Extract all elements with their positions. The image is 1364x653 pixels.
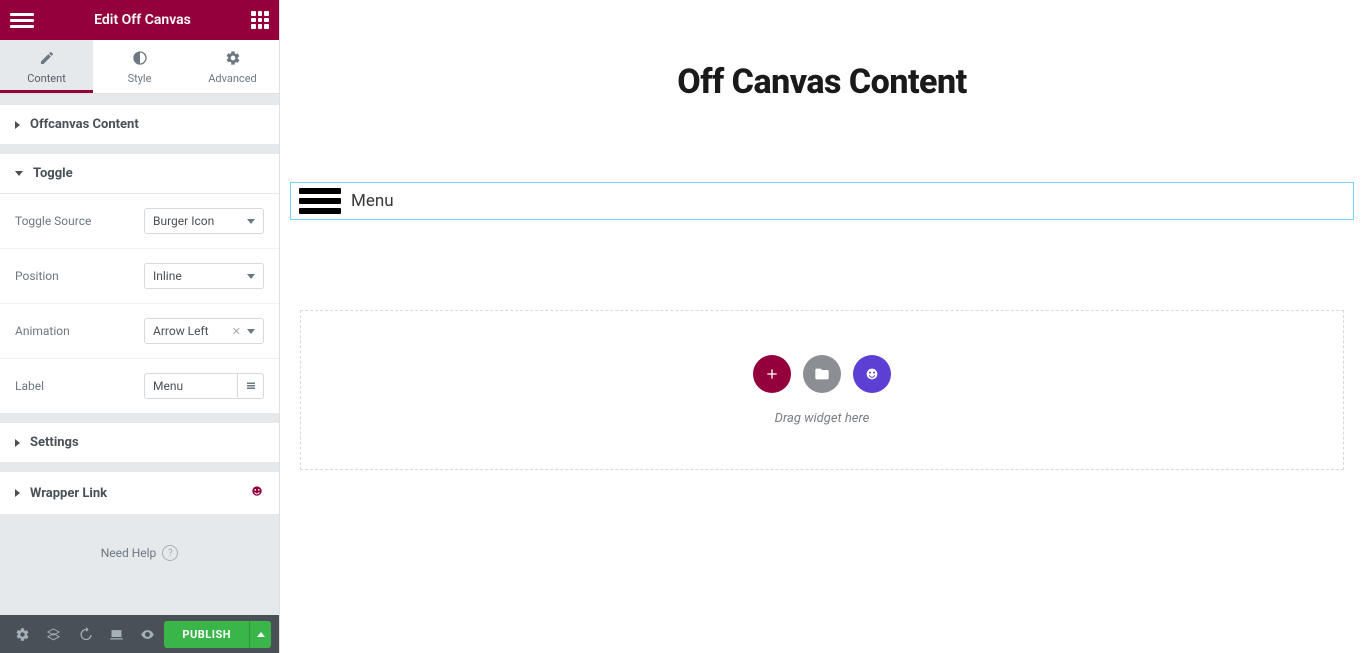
tab-content[interactable]: Content	[0, 40, 93, 93]
control-animation: Animation Arrow Left ✕	[0, 304, 279, 359]
chevron-down-icon	[247, 329, 255, 334]
caret-right-icon	[15, 121, 20, 129]
tab-content-label: Content	[27, 72, 66, 85]
control-label: Animation	[15, 324, 70, 338]
editor-tabs: Content Style Advanced	[0, 40, 279, 94]
control-label: Toggle Source	[15, 214, 91, 228]
need-help-text: Need Help	[101, 546, 157, 560]
section-title: Wrapper Link	[30, 486, 107, 501]
drop-zone-actions	[753, 355, 891, 393]
section-settings: Settings	[0, 422, 279, 463]
tab-style[interactable]: Style	[93, 40, 186, 93]
tab-advanced-label: Advanced	[208, 72, 256, 85]
chevron-down-icon	[247, 274, 255, 279]
drop-zone-text: Drag widget here	[775, 411, 870, 426]
select-value: Arrow Left	[153, 324, 209, 338]
controls-panel: Offcanvas Content Toggle Toggle Source B…	[0, 94, 279, 615]
page-title: Off Canvas Content	[290, 62, 1354, 102]
publish-button[interactable]: PUBLISH	[164, 621, 249, 648]
control-label-field: Label	[0, 359, 279, 413]
caret-down-icon	[15, 171, 23, 176]
section-title: Offcanvas Content	[30, 117, 139, 132]
section-header-wrapper-link[interactable]: Wrapper Link	[0, 472, 279, 514]
preview-button[interactable]	[133, 620, 162, 648]
add-section-button[interactable]	[753, 355, 791, 393]
sidebar-header: Edit Off Canvas	[0, 0, 279, 40]
control-position: Position Inline	[0, 249, 279, 304]
section-title: Toggle	[33, 166, 73, 181]
burger-icon	[299, 186, 341, 216]
dynamic-tags-button[interactable]	[238, 373, 264, 399]
template-library-button[interactable]	[803, 355, 841, 393]
section-toggle-body: Toggle Source Burger Icon Position Inlin…	[0, 193, 279, 413]
select-value: Inline	[153, 269, 182, 283]
caret-up-icon	[257, 632, 265, 637]
sidebar-footer: PUBLISH	[0, 615, 279, 653]
tab-advanced[interactable]: Advanced	[186, 40, 279, 93]
caret-right-icon	[15, 489, 20, 497]
position-select[interactable]: Inline	[144, 263, 264, 289]
publish-options-button[interactable]	[249, 621, 271, 648]
history-button[interactable]	[71, 620, 100, 648]
addon-badge-icon	[250, 484, 264, 502]
section-header-offcanvas-content[interactable]: Offcanvas Content	[0, 105, 279, 144]
control-label: Position	[15, 269, 59, 283]
caret-right-icon	[15, 439, 20, 447]
drop-zone[interactable]: Drag widget here	[300, 310, 1344, 470]
section-header-toggle[interactable]: Toggle	[0, 154, 279, 193]
control-label: Label	[15, 379, 44, 393]
section-title: Settings	[30, 435, 79, 450]
section-toggle: Toggle Toggle Source Burger Icon Positio…	[0, 153, 279, 414]
navigator-button[interactable]	[39, 620, 68, 648]
toggle-source-select[interactable]: Burger Icon	[144, 208, 264, 234]
editor-sidebar: Edit Off Canvas Content Style Advanced	[0, 0, 280, 653]
section-offcanvas-content: Offcanvas Content	[0, 104, 279, 145]
responsive-button[interactable]	[102, 620, 131, 648]
clear-icon[interactable]: ✕	[232, 325, 241, 338]
question-icon: ?	[162, 545, 178, 561]
control-toggle-source: Toggle Source Burger Icon	[0, 194, 279, 249]
editor-canvas: Off Canvas Content Menu Drag widget here	[280, 0, 1364, 653]
select-value: Burger Icon	[153, 214, 214, 228]
pencil-icon	[0, 50, 93, 68]
widget-label: Menu	[351, 191, 394, 211]
animation-select[interactable]: Arrow Left ✕	[144, 318, 264, 344]
offcanvas-widget[interactable]: Menu	[290, 182, 1354, 220]
tab-style-label: Style	[128, 72, 152, 85]
menu-hamburger-icon[interactable]	[10, 8, 34, 32]
ai-button[interactable]	[853, 355, 891, 393]
section-wrapper-link: Wrapper Link	[0, 471, 279, 515]
gear-icon	[186, 50, 279, 68]
contrast-icon	[93, 50, 186, 68]
chevron-down-icon	[247, 219, 255, 224]
settings-button[interactable]	[8, 620, 37, 648]
need-help-link[interactable]: Need Help ?	[0, 515, 279, 581]
section-header-settings[interactable]: Settings	[0, 423, 279, 462]
sidebar-title: Edit Off Canvas	[94, 12, 191, 28]
widgets-grid-icon[interactable]	[251, 11, 269, 29]
label-input[interactable]	[144, 373, 238, 399]
